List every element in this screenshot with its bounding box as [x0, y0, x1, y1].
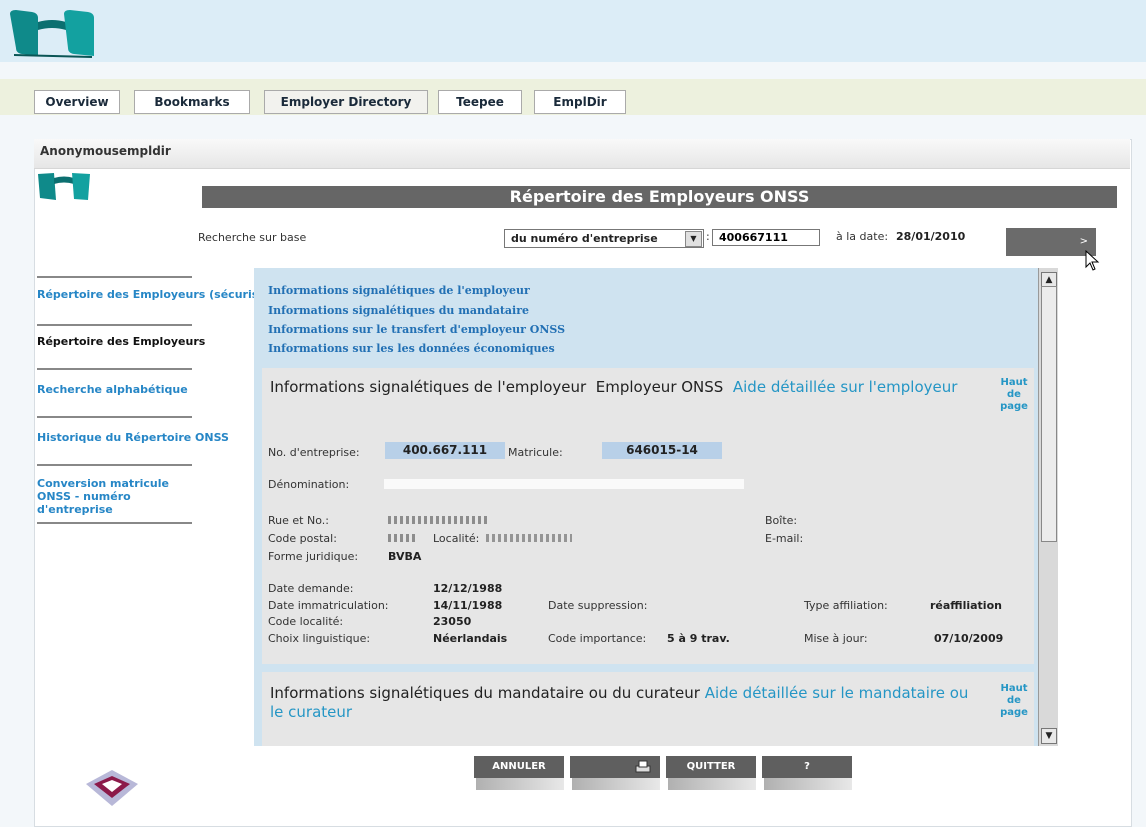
mouse-cursor-icon	[1085, 250, 1100, 271]
date-value: 28/01/2010	[896, 230, 966, 243]
sidebar-item-conversion[interactable]: Conversion matricule ONSS - numéro d'ent…	[37, 477, 187, 516]
toc-link-mandataire[interactable]: Informations signalétiques du mandataire	[268, 304, 529, 317]
toc-link-donnees-economiques[interactable]: Informations sur les les données économi…	[268, 342, 555, 355]
sidebar-item-repertoire[interactable]: Répertoire des Employeurs	[37, 335, 205, 348]
aide-link-employeur[interactable]: Aide détaillée sur l'employeur	[733, 378, 958, 396]
matricule-value: 646015-14	[602, 442, 722, 459]
redacted-localite	[486, 534, 572, 542]
mise-a-jour-value: 07/10/2009	[934, 632, 1004, 645]
section-subtitle: Employeur ONSS	[595, 378, 724, 396]
redacted-code-postal	[388, 534, 416, 542]
small-onss-logo	[38, 173, 90, 200]
diamond-logo	[86, 770, 138, 806]
chevron-down-icon[interactable]: ▼	[685, 231, 702, 247]
employer-info-card	[262, 368, 1034, 664]
email-label: E-mail:	[765, 532, 804, 545]
printer-icon	[635, 760, 651, 773]
tab-teepee[interactable]: Teepee	[438, 90, 522, 114]
tab-overview[interactable]: Overview	[34, 90, 120, 114]
quitter-button[interactable]: QUITTER	[666, 756, 756, 778]
no-entreprise-label: No. d'entreprise:	[268, 446, 360, 459]
sidebar-item-recherche-alphabetique[interactable]: Recherche alphabétique	[37, 383, 188, 396]
button-shadow	[764, 778, 852, 790]
mise-a-jour-label: Mise à jour:	[804, 632, 868, 645]
search-colon: :	[706, 230, 710, 243]
code-importance-label: Code importance:	[548, 632, 647, 645]
button-shadow	[572, 778, 660, 790]
date-demande-label: Date demande:	[268, 582, 354, 595]
code-localite-value: 23050	[433, 615, 472, 628]
haut-de-page-link[interactable]: Haut de page	[994, 377, 1034, 413]
sidebar-divider	[37, 522, 192, 524]
print-button[interactable]	[570, 756, 660, 778]
rue-label: Rue et No.:	[268, 514, 329, 527]
code-localite-label: Code localité:	[268, 615, 344, 628]
date-label: à la date:	[836, 230, 889, 243]
enterprise-number-input[interactable]	[712, 229, 820, 246]
choix-linguistique-value: Néerlandais	[433, 632, 508, 645]
tab-bookmarks[interactable]: Bookmarks	[134, 90, 250, 114]
search-label: Recherche sur base	[198, 231, 307, 244]
code-postal-label: Code postal:	[268, 532, 337, 545]
section-title-text: Informations signalétiques de l'employeu…	[270, 378, 587, 396]
code-importance-value: 5 à 9 trav.	[667, 632, 730, 645]
redacted-rue	[388, 516, 488, 524]
date-demande-value: 12/12/1988	[433, 582, 503, 595]
help-button[interactable]: ?	[762, 756, 852, 778]
annuler-button[interactable]: ANNULER	[474, 756, 564, 778]
button-shadow	[668, 778, 756, 790]
panel-header	[34, 139, 1130, 169]
sidebar-divider	[37, 464, 192, 466]
toc-link-employeur[interactable]: Informations signalétiques de l'employeu…	[268, 284, 530, 297]
search-type-value: du numéro d'entreprise	[511, 232, 658, 245]
localite-label: Localité:	[433, 532, 480, 545]
boite-label: Boîte:	[765, 514, 798, 527]
denomination-label: Dénomination:	[268, 478, 350, 491]
no-entreprise-value: 400.667.111	[385, 442, 505, 459]
page-title-banner: Répertoire des Employeurs ONSS	[202, 186, 1117, 208]
section-title-employeur: Informations signalétiques de l'employeu…	[270, 378, 980, 397]
sidebar-item-historique[interactable]: Historique du Répertoire ONSS	[37, 431, 229, 444]
sidebar-divider	[37, 324, 192, 326]
matricule-label: Matricule:	[508, 446, 563, 459]
choix-linguistique-label: Choix linguistique:	[268, 632, 371, 645]
section-title-mandataire: Informations signalétiques du mandataire…	[270, 684, 970, 722]
section-title-text: Informations signalétiques du mandataire…	[270, 684, 700, 702]
forme-juridique-label: Forme juridique:	[268, 550, 359, 563]
haut-de-page-link[interactable]: Haut de page	[994, 683, 1034, 719]
search-go-button[interactable]: >	[1006, 228, 1096, 256]
forme-juridique-value: BVBA	[388, 550, 422, 563]
date-immatriculation-value: 14/11/1988	[433, 599, 503, 612]
sidebar-item-repertoire-securise[interactable]: Répertoire des Employeurs (sécurisé)	[37, 288, 271, 301]
sidebar-divider	[37, 368, 192, 370]
toc-link-transfert[interactable]: Informations sur le transfert d'employeu…	[268, 323, 565, 336]
scrollbar-thumb[interactable]	[1041, 286, 1057, 542]
date-immatriculation-label: Date immatriculation:	[268, 599, 389, 612]
button-shadow	[476, 778, 564, 790]
sidebar-divider	[37, 416, 192, 418]
search-type-select[interactable]: du numéro d'entreprise ▼	[504, 229, 704, 248]
type-affiliation-label: Type affiliation:	[804, 599, 888, 612]
scroll-down-icon[interactable]: ▼	[1041, 728, 1057, 744]
tab-employer-directory[interactable]: Employer Directory	[264, 90, 428, 114]
onss-logo	[10, 10, 94, 58]
type-affiliation-value: réaffiliation	[930, 599, 1002, 612]
date-suppression-label: Date suppression:	[548, 599, 648, 612]
redacted-denomination	[384, 479, 744, 489]
tab-empldir[interactable]: EmplDir	[534, 90, 626, 114]
panel-title: Anonymousempldir	[40, 144, 171, 158]
top-header	[0, 0, 1146, 62]
sidebar-divider	[37, 276, 192, 278]
